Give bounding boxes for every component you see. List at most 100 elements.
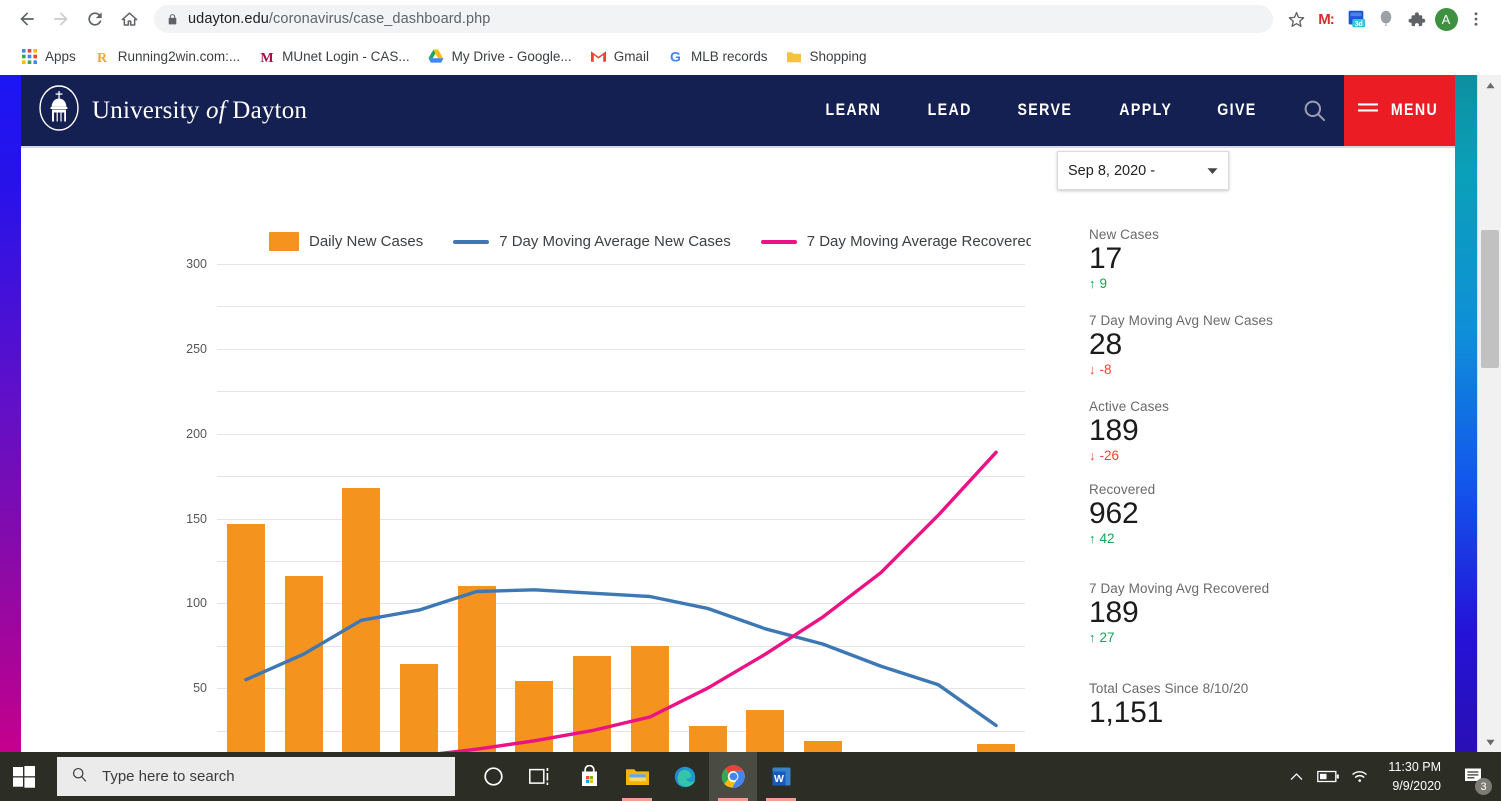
chart-y-tick-label: 200: [186, 426, 207, 441]
site-search-button[interactable]: [1279, 97, 1344, 124]
stat-value: 28: [1089, 328, 1122, 361]
page-viewport: University of Dayton LEARN LEAD SERVE AP…: [0, 75, 1501, 752]
scroll-up-arrow[interactable]: [1478, 75, 1501, 95]
bookmark-label: MLB records: [690, 49, 768, 64]
nav-link-lead[interactable]: LEAD: [911, 101, 988, 120]
legend-label: 7 Day Moving Average Recovered: [806, 233, 1035, 250]
stat-label: 7 Day Moving Avg Recovered: [1089, 581, 1270, 596]
nav-link-give[interactable]: GIVE: [1201, 101, 1273, 120]
folder-icon: [785, 48, 802, 65]
site-menu-label: MENU: [1390, 101, 1439, 119]
stat-block: Active Cases 189 ↓ -26: [1089, 399, 1419, 463]
chart-line-series[interactable]: [244, 588, 998, 728]
bookmark-running2win[interactable]: R Running2win.com:...: [85, 44, 249, 70]
bookmark-gmail[interactable]: Gmail: [581, 44, 658, 70]
chrome-menu-icon[interactable]: [1461, 4, 1491, 34]
balloon-extension-icon[interactable]: [1371, 4, 1401, 34]
bookmark-munet-login[interactable]: M MUnet Login - CAS...: [249, 44, 419, 70]
show-hidden-icons-chevron[interactable]: [1280, 752, 1312, 801]
puzzle-extensions-icon[interactable]: [1401, 4, 1431, 34]
microsoft-edge-icon[interactable]: [661, 752, 709, 801]
battery-icon[interactable]: [1312, 752, 1344, 801]
stat-block: New Cases 17 ↑ 9: [1089, 227, 1419, 291]
bookmark-apps[interactable]: Apps: [12, 44, 85, 70]
system-tray: 11:30 PM 9/9/2020 3: [1280, 752, 1501, 801]
profile-avatar[interactable]: A: [1431, 4, 1461, 34]
nav-link-apply[interactable]: APPLY: [1103, 101, 1189, 120]
forward-button[interactable]: [44, 2, 78, 36]
legend-label: Daily New Cases: [309, 233, 424, 250]
site-menu-button[interactable]: MENU: [1344, 75, 1456, 146]
bookmark-label: Gmail: [613, 49, 649, 64]
site-logo[interactable]: University of Dayton: [21, 84, 307, 137]
clock-date: 9/9/2020: [1392, 778, 1441, 793]
notification-center-button[interactable]: 3: [1453, 752, 1495, 801]
wifi-icon[interactable]: [1344, 752, 1376, 801]
scroll-down-arrow[interactable]: [1478, 732, 1501, 752]
stat-delta-value: 27: [1099, 629, 1115, 645]
page-scrollbar[interactable]: [1477, 75, 1501, 752]
bookmark-star-icon[interactable]: [1281, 4, 1311, 34]
back-button[interactable]: [10, 2, 44, 36]
notification-count-badge: 3: [1475, 778, 1492, 795]
home-button[interactable]: [112, 2, 146, 36]
stat-label: Total Cases Since 8/10/20: [1089, 681, 1249, 696]
taskbar-clock[interactable]: 11:30 PM 9/9/2020: [1376, 758, 1453, 794]
file-explorer-icon[interactable]: [613, 752, 661, 801]
m-extension-icon[interactable]: M:: [1311, 4, 1341, 34]
google-chrome-icon[interactable]: [709, 752, 757, 801]
taskbar-search-input[interactable]: Type here to search: [57, 757, 455, 796]
site-header: University of Dayton LEARN LEAD SERVE AP…: [21, 75, 1456, 146]
stat-delta-value: -8: [1099, 361, 1112, 377]
search-icon: [1304, 100, 1326, 122]
stat-block: 7 Day Moving Avg Recovered 189 ↑ 27: [1089, 581, 1419, 645]
windows-start-icon[interactable]: [0, 752, 48, 801]
date-filter-select[interactable]: Sep 8, 2020 -: [1057, 151, 1229, 190]
nav-link-serve[interactable]: SERVE: [1001, 101, 1088, 120]
apps-grid-icon: [21, 48, 38, 65]
scrollbar-thumb[interactable]: [1481, 230, 1499, 368]
stat-label: New Cases: [1089, 227, 1159, 242]
chart-plot-area: 050100150200250300: [186, 257, 1025, 752]
stat-value: 17: [1089, 242, 1122, 275]
svg-text:G: G: [670, 49, 681, 64]
3d-extension-icon[interactable]: 3d: [1341, 4, 1371, 34]
stat-block: Recovered 962 ↑ 42: [1089, 482, 1419, 546]
legend-item-daily-new-cases[interactable]: Daily New Cases: [269, 232, 423, 251]
legend-item-7day-avg-new-cases[interactable]: 7 Day Moving Average New Cases: [453, 233, 731, 250]
microsoft-store-icon[interactable]: [565, 752, 613, 801]
chart-y-tick-label: 150: [186, 511, 207, 526]
page-content: University of Dayton LEARN LEAD SERVE AP…: [21, 75, 1456, 752]
arrow-down-icon: ↓: [1089, 361, 1096, 377]
stat-delta-value: -26: [1099, 447, 1120, 463]
legend-swatch: [760, 239, 797, 244]
bookmark-my-drive[interactable]: My Drive - Google...: [419, 44, 581, 70]
stat-value: 962: [1089, 497, 1139, 530]
case-dashboard: Daily New Cases 7 Day Moving Average New…: [21, 148, 1456, 752]
legend-item-7day-avg-recovered[interactable]: 7 Day Moving Average Recovered: [760, 233, 1035, 250]
svg-text:3d: 3d: [1355, 21, 1363, 28]
hamburger-icon: [1358, 101, 1378, 120]
stat-delta: ↑ 27: [1089, 630, 1419, 645]
chart-legend: Daily New Cases 7 Day Moving Average New…: [269, 232, 1064, 251]
bookmark-mlb-records[interactable]: G MLB records: [658, 44, 777, 70]
arrow-up-icon: ↑: [1089, 530, 1096, 546]
clock-time: 11:30 PM: [1388, 760, 1441, 775]
bookmarks-bar: Apps R Running2win.com:... M MUnet Login…: [0, 38, 1501, 75]
bookmark-shopping[interactable]: Shopping: [776, 44, 875, 70]
miami-m-icon: M: [258, 48, 275, 65]
right-gradient-accent: [1455, 75, 1477, 752]
google-drive-icon: [428, 48, 445, 65]
cortana-icon[interactable]: [469, 752, 517, 801]
chevron-down-icon: [1207, 162, 1218, 180]
chart-line-series[interactable]: [246, 450, 998, 752]
site-logo-text: University of Dayton: [92, 96, 308, 124]
nav-link-learn[interactable]: LEARN: [809, 101, 897, 120]
microsoft-word-icon[interactable]: W: [757, 752, 805, 801]
reload-button[interactable]: [78, 2, 112, 36]
cases-chart: Daily New Cases 7 Day Moving Average New…: [21, 148, 1034, 752]
legend-swatch: [453, 239, 490, 244]
bookmark-label: My Drive - Google...: [451, 49, 572, 64]
address-bar[interactable]: udayton.edu/coronavirus/case_dashboard.p…: [154, 5, 1273, 33]
task-view-icon[interactable]: [517, 752, 565, 801]
